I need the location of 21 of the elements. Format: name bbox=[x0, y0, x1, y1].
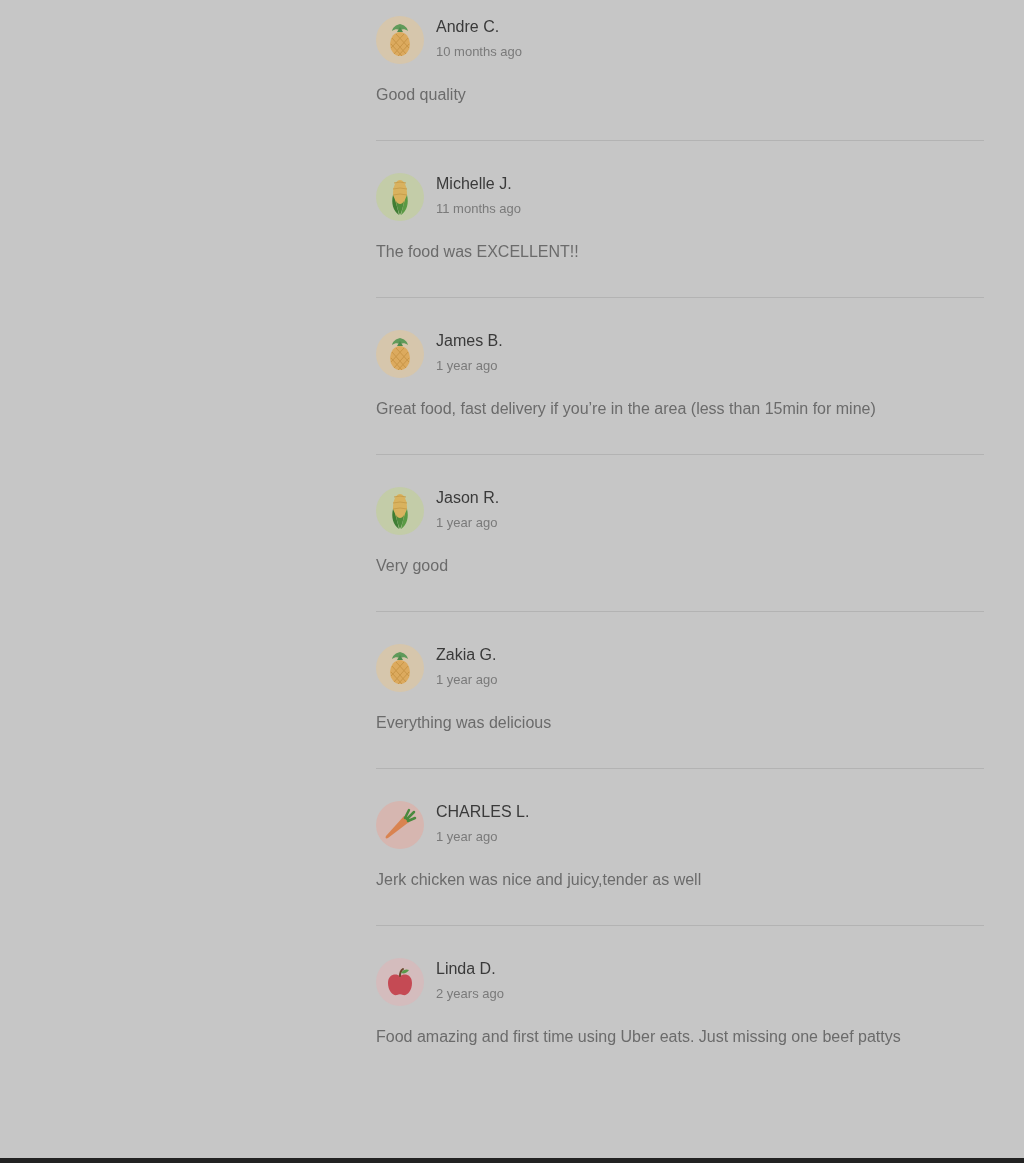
review-text: Jerk chicken was nice and juicy,tender as well bbox=[376, 870, 703, 890]
review-date: 1 year ago bbox=[436, 828, 499, 846]
reviewer-name: Zakia G. bbox=[436, 645, 498, 665]
review-date: 2 years ago bbox=[436, 985, 504, 1003]
review-date: 1 year ago bbox=[436, 514, 499, 532]
reviewer-name: Jason R. bbox=[436, 488, 500, 508]
review-text: The food was EXCELLENT!! bbox=[376, 242, 580, 262]
reviewer-name: Michelle J. bbox=[436, 174, 513, 194]
review-text: Very good bbox=[376, 556, 450, 576]
review-date: 11 months ago bbox=[436, 200, 522, 218]
review-date: 1 year ago bbox=[436, 357, 499, 375]
review-text: Everything was delicious bbox=[376, 713, 553, 733]
review-date: 10 months ago bbox=[436, 43, 522, 61]
review-text: Food amazing and first time using Uber eats. Just missing one beef pattys bbox=[376, 1027, 902, 1047]
reviewer-name: Andre C. bbox=[436, 17, 501, 37]
review-text: Great food, fast delivery if you’re in the area (less than 15min for mine) bbox=[376, 399, 877, 419]
review-text: Good quality bbox=[376, 85, 467, 105]
reviewer-name: James B. bbox=[436, 331, 503, 351]
reviewer-name: Linda D. bbox=[436, 959, 497, 979]
reviewer-name: CHARLES L. bbox=[436, 802, 530, 822]
review-date: 1 year ago bbox=[436, 671, 498, 689]
